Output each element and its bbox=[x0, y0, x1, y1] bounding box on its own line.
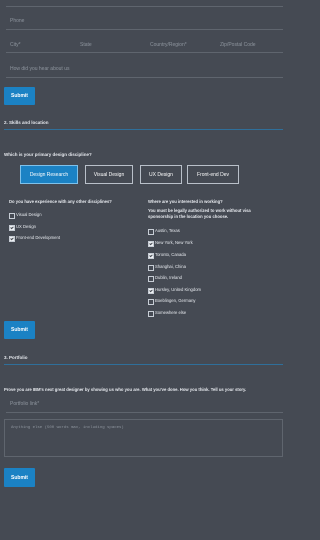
zip-postal-code-input[interactable]: Zip/Postal Code bbox=[220, 42, 256, 49]
checkbox[interactable] bbox=[148, 241, 154, 247]
checkbox[interactable] bbox=[148, 299, 154, 305]
portfolio-link-input[interactable]: Portfolio link* bbox=[10, 401, 39, 408]
referral-field-underline bbox=[6, 77, 283, 78]
skills-section-rule bbox=[4, 129, 283, 130]
checkbox[interactable] bbox=[148, 265, 154, 271]
discipline-option-visual-design[interactable]: Visual Design bbox=[85, 165, 133, 184]
option-label: Shanghai, China bbox=[155, 264, 186, 269]
checkbox[interactable] bbox=[9, 225, 15, 231]
discipline-option-ux-design[interactable]: UX Design bbox=[140, 165, 182, 184]
option-label: Front-end Development bbox=[16, 235, 60, 240]
skills-submit-button[interactable]: Submit bbox=[4, 321, 35, 339]
skills-section-title: 2. Skills and location bbox=[4, 120, 49, 125]
discipline-option-design-research[interactable]: Design Research bbox=[20, 165, 78, 184]
option-label: Hursley, United Kingdom bbox=[155, 287, 202, 292]
primary-discipline-question: Which is your primary design discipline? bbox=[4, 152, 92, 157]
option-label: Boeblingen, Germany bbox=[155, 298, 196, 303]
state-input[interactable]: State bbox=[80, 42, 92, 49]
option-label: Somewhere else bbox=[155, 310, 187, 315]
checkbox[interactable] bbox=[148, 288, 154, 294]
checkbox[interactable] bbox=[148, 311, 154, 317]
location-question: Where are you interested in working? bbox=[148, 199, 223, 204]
contact-submit-button[interactable]: Submit bbox=[4, 87, 35, 105]
checkbox[interactable] bbox=[148, 253, 154, 259]
country-region-input[interactable]: Country/Region* bbox=[150, 42, 187, 49]
option-label: Visual Design bbox=[16, 212, 42, 217]
address-row-underline bbox=[6, 52, 283, 53]
phone-input[interactable]: Phone bbox=[10, 18, 24, 25]
city-input[interactable]: City* bbox=[10, 42, 21, 49]
additional-info-textarea[interactable]: Anything else (500 words max, including … bbox=[4, 419, 283, 457]
checkbox[interactable] bbox=[9, 213, 15, 219]
checkbox[interactable] bbox=[148, 229, 154, 235]
discipline-option-front-end-dev[interactable]: Front-end Dev bbox=[187, 165, 239, 184]
referral-source-input[interactable]: How did you hear about us bbox=[10, 66, 69, 73]
portfolio-section-title: 3. Portfolio bbox=[4, 355, 28, 360]
textarea-placeholder: Anything else (500 words max, including … bbox=[11, 426, 124, 430]
portfolio-submit-button[interactable]: Submit bbox=[4, 468, 35, 487]
portfolio-section-rule bbox=[4, 364, 283, 365]
phone-field-underline bbox=[6, 29, 283, 30]
checkbox[interactable] bbox=[9, 236, 15, 242]
option-label: Dublin, Ireland bbox=[155, 275, 183, 280]
portfolio-link-underline bbox=[6, 412, 283, 413]
portfolio-prompt: Prove you are IBM's next great designer … bbox=[4, 387, 247, 392]
option-label: Toronto, Canada bbox=[155, 252, 186, 257]
option-label: UX Design bbox=[16, 224, 37, 229]
checkbox[interactable] bbox=[148, 276, 154, 282]
address-field-underline bbox=[6, 6, 283, 7]
option-label: Austin, Texas bbox=[155, 228, 180, 233]
option-label: New York, New York bbox=[155, 240, 193, 245]
location-note-line-2: sponsorship in the location you choose. bbox=[148, 214, 229, 219]
other-disciplines-question: Do you have experience with any other di… bbox=[9, 199, 112, 204]
